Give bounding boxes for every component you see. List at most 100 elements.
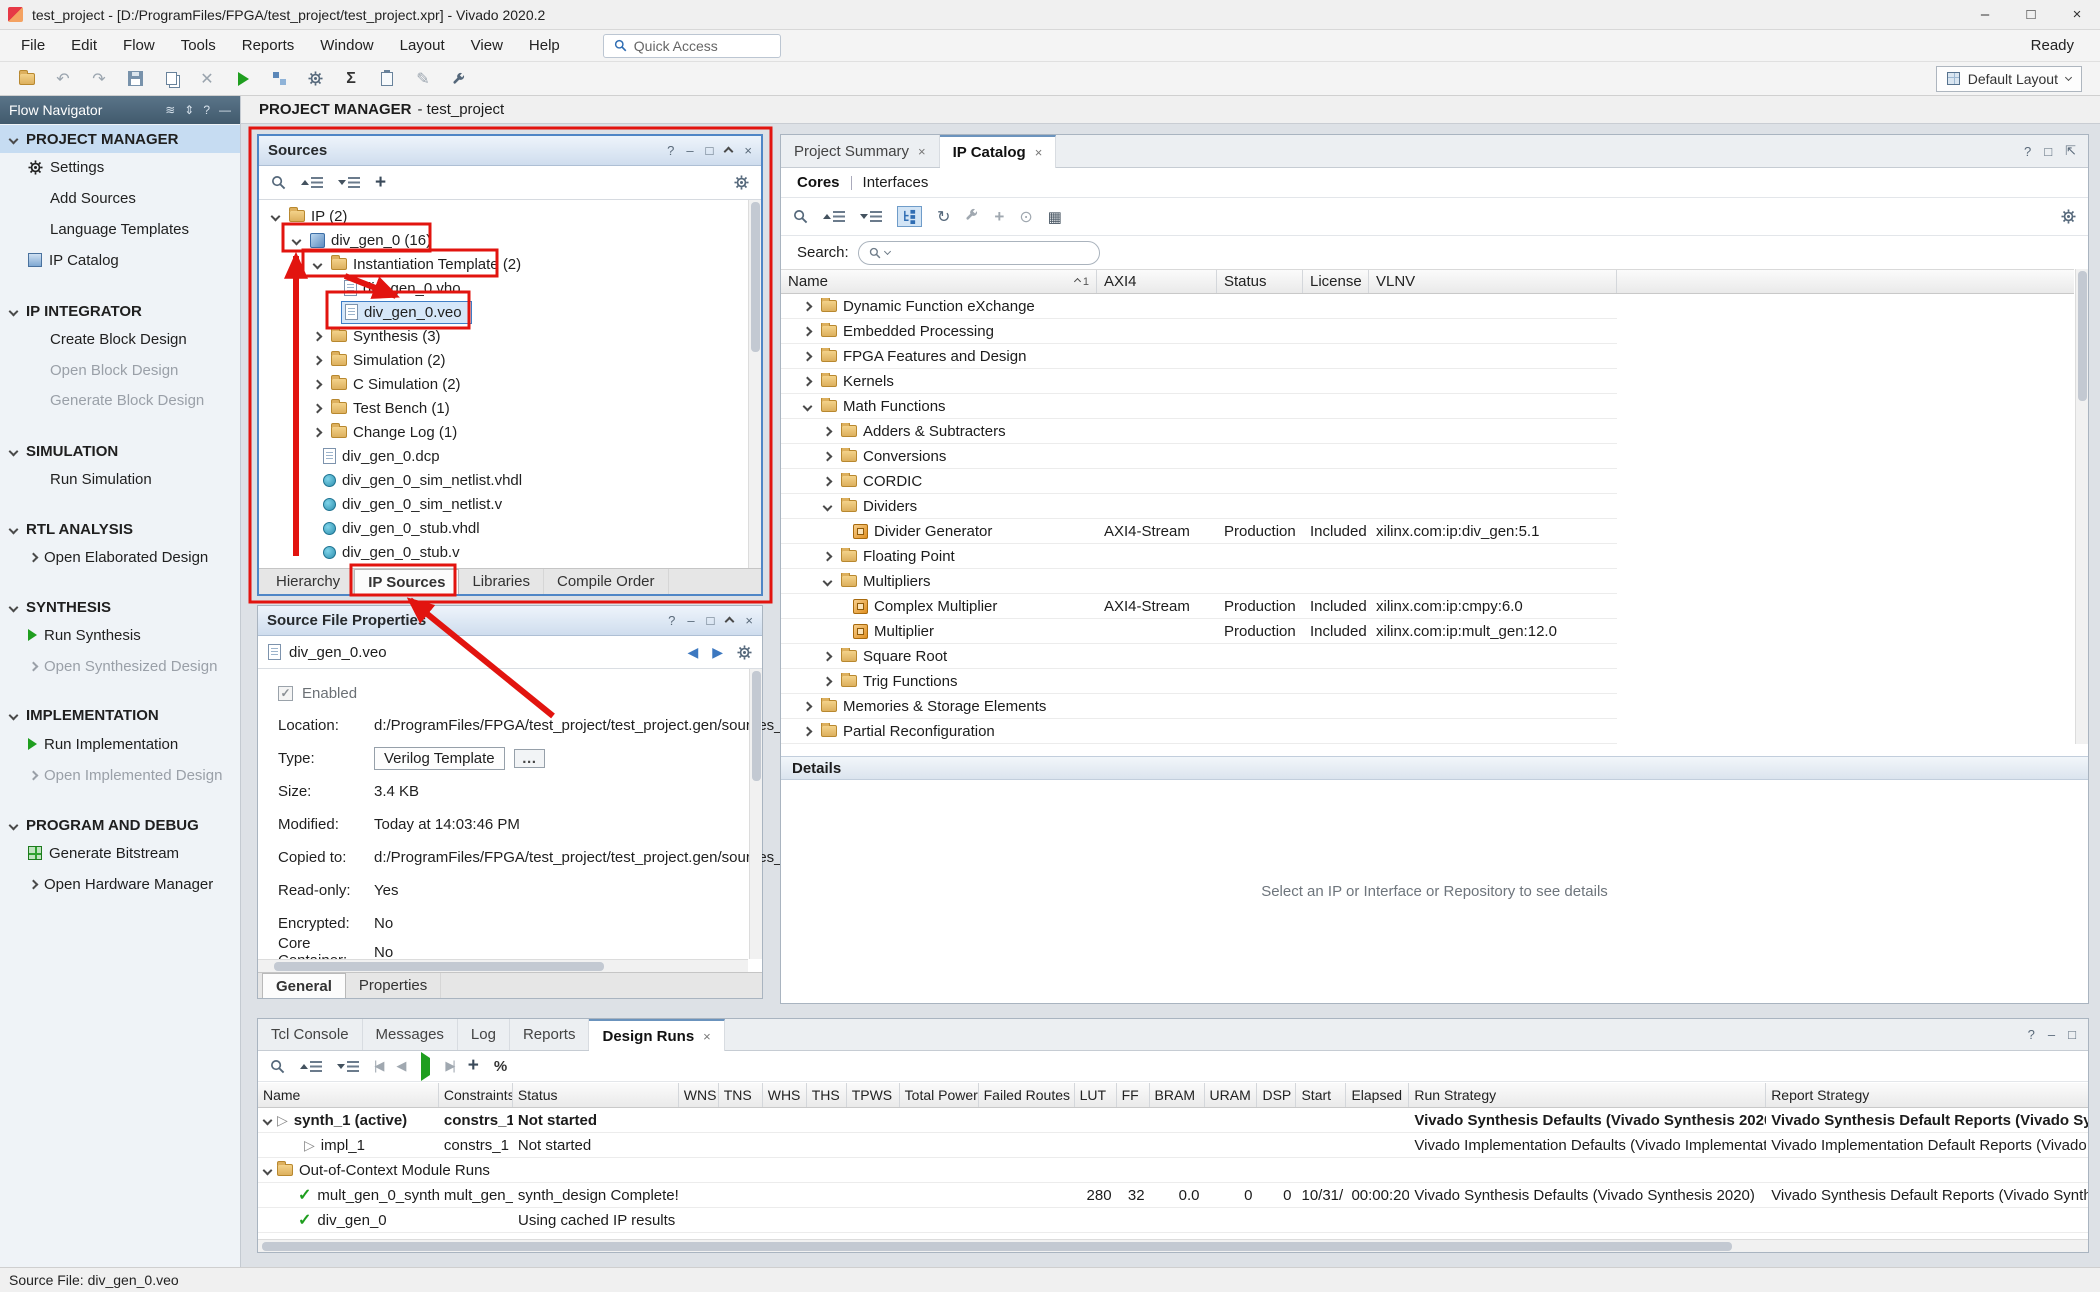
chevron-right-icon[interactable] [802,301,812,311]
catalog-row[interactable]: Square Root [781,644,1617,669]
chevron-right-icon[interactable] [822,426,832,436]
catalog-row-divider-generator[interactable]: Divider GeneratorAXI4-StreamProductionIn… [781,519,1617,544]
close-icon[interactable]: × [703,1029,711,1044]
skip-to-end-icon[interactable]: ▶| [445,1058,452,1074]
maximize-icon[interactable]: □ [706,143,714,158]
add-repository-icon[interactable]: + [994,207,1004,227]
menu-edit[interactable]: Edit [58,37,110,54]
tree-item-synthesis[interactable]: Synthesis (3) [259,324,761,348]
minimize-button[interactable]: – [1962,0,2008,29]
flownav-item-settings[interactable]: Settings [0,153,240,181]
close-icon[interactable]: × [744,143,752,158]
column-header[interactable]: URAM [1205,1083,1258,1107]
run-row-ooc-group[interactable]: Out-of-Context Module Runs [258,1158,2088,1183]
gear-icon[interactable] [734,175,749,190]
run-row-synth-1[interactable]: ▷synth_1 (active) constrs_1 Not started … [258,1108,2088,1133]
open-project-icon[interactable] [10,65,44,93]
flownav-section-implementation[interactable]: IMPLEMENTATION [0,701,240,729]
help-icon[interactable]: ? [667,143,674,158]
chevron-down-icon[interactable] [263,1115,273,1125]
flownav-item-generate-bitstream[interactable]: Generate Bitstream [0,839,240,867]
flownav-section-simulation[interactable]: SIMULATION [0,437,240,465]
enabled-checkbox[interactable]: ✓ [278,686,293,701]
flownav-item-run-implementation[interactable]: Run Implementation [0,730,240,758]
run-row-impl-1[interactable]: ▷impl_1 constrs_1 Not started Vivado Imp… [258,1133,2088,1158]
details-view-icon[interactable]: ▦ [1048,208,1062,226]
chevron-right-icon[interactable] [802,376,812,386]
tab-messages[interactable]: Messages [363,1019,458,1050]
menu-help[interactable]: Help [516,37,573,54]
catalog-vscrollbar[interactable] [2075,269,2088,744]
catalog-row[interactable]: Memories & Storage Elements [781,694,1617,719]
chevron-right-icon[interactable] [802,326,812,336]
chevron-down-icon[interactable] [312,259,322,269]
collapse-all-icon[interactable] [823,211,845,222]
tree-item-change-log[interactable]: Change Log (1) [259,420,761,444]
search-icon[interactable] [793,209,808,224]
gear-icon[interactable] [2061,209,2076,224]
search-icon[interactable] [270,1059,285,1074]
chevron-right-icon[interactable] [802,701,812,711]
browse-type-button[interactable]: … [514,749,545,768]
wrench-icon[interactable] [965,208,979,226]
column-header[interactable]: Constraints [439,1083,513,1107]
help-icon[interactable]: ? [2028,1027,2035,1042]
properties-hscrollbar[interactable] [258,959,748,972]
back-icon[interactable]: ◀ [687,644,698,661]
tree-item-stub-v[interactable]: div_gen_0_stub.v [259,540,761,564]
column-header[interactable]: BRAM [1150,1083,1205,1107]
tab-properties[interactable]: Properties [346,973,441,998]
flownav-item-ip-catalog[interactable]: IP Catalog [0,246,240,274]
flownav-item-generate-block-design[interactable]: Generate Block Design [0,386,240,414]
add-sources-icon[interactable]: + [375,172,386,194]
delete-icon[interactable]: ✕ [190,65,224,93]
save-icon[interactable] [118,65,152,93]
column-header-license[interactable]: License [1303,270,1369,293]
flownav-item-open-hardware-manager[interactable]: Open Hardware Manager [0,870,240,898]
ip-search-input[interactable] [858,241,1100,265]
selected-tree-item[interactable]: div_gen_0.veo [341,301,472,324]
filter-icon[interactable]: ≋ [165,103,175,117]
column-header[interactable]: Failed Routes [979,1083,1075,1107]
chevron-down-icon[interactable] [802,401,812,411]
catalog-row[interactable]: Embedded Processing [781,319,1617,344]
flownav-item-language-templates[interactable]: Language Templates [0,215,240,243]
column-header-name[interactable]: Name1 [781,270,1097,293]
catalog-row-complex-multiplier[interactable]: Complex MultiplierAXI4-StreamProductionI… [781,594,1617,619]
column-header[interactable]: TNS [719,1083,763,1107]
tab-reports[interactable]: Reports [510,1019,590,1050]
menu-layout[interactable]: Layout [387,37,458,54]
chevron-down-icon[interactable] [270,211,280,221]
forward-icon[interactable]: ▶ [712,644,723,661]
flownav-item-run-synthesis[interactable]: Run Synthesis [0,621,240,649]
column-header[interactable]: Start [1296,1083,1346,1107]
tree-item-ip[interactable]: IP (2) [259,204,761,228]
help-icon[interactable]: ? [2024,144,2031,159]
chevron-right-icon[interactable] [822,476,832,486]
step-back-icon[interactable]: ◀ [396,1058,406,1074]
column-header[interactable]: DSP [1257,1083,1296,1107]
close-button[interactable]: × [2054,0,2100,29]
catalog-row[interactable]: Floating Point [781,544,1617,569]
gear-icon[interactable] [737,645,752,660]
minimize-icon[interactable]: – [686,143,693,158]
catalog-row-multiplier[interactable]: MultiplierProductionIncludedxilinx.com:i… [781,619,1617,644]
collapse-icon[interactable] [726,613,733,628]
tree-item-simulation[interactable]: Simulation (2) [259,348,761,372]
chevron-right-icon[interactable] [312,427,322,437]
add-run-icon[interactable]: + [468,1055,479,1077]
catalog-row[interactable]: Multipliers [781,569,1617,594]
menu-file[interactable]: File [8,37,58,54]
search-icon[interactable] [271,175,286,190]
catalog-row[interactable]: FPGA Features and Design [781,344,1617,369]
runs-hscrollbar[interactable] [258,1239,2088,1252]
tree-item-sim-netlist-v[interactable]: div_gen_0_sim_netlist.v [259,492,761,516]
sum-icon[interactable]: Σ [334,65,368,93]
column-header[interactable]: Report Strategy [1766,1083,2088,1107]
column-header[interactable]: Total Power [900,1083,979,1107]
collapse-all-icon[interactable] [301,177,323,188]
minimize-icon[interactable]: – [687,613,694,628]
run-icon[interactable] [421,1058,430,1075]
chevron-right-icon[interactable] [822,551,832,561]
flownav-item-open-block-design[interactable]: Open Block Design [0,356,240,384]
